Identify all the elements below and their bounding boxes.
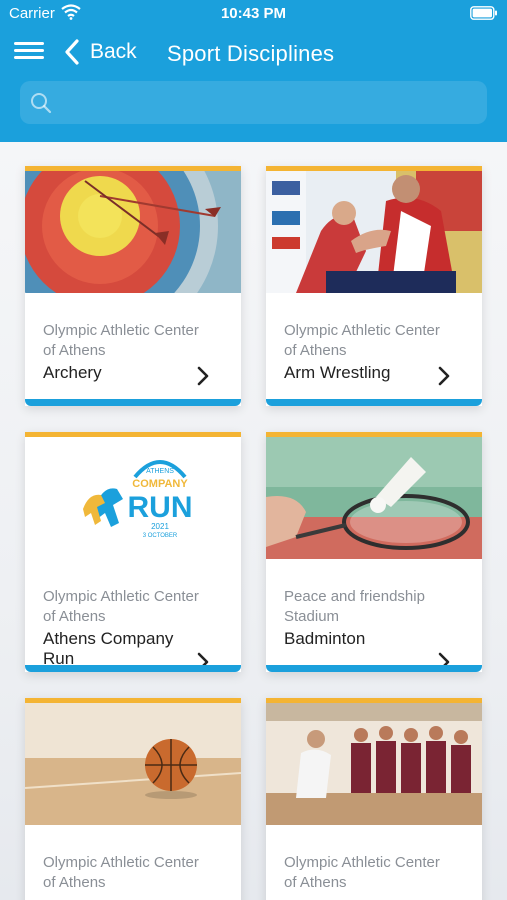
- card-venue: Olympic Athletic Center of Athens: [284, 854, 440, 891]
- card-name: Archery: [43, 363, 102, 382]
- status-time: 10:43 PM: [220, 5, 287, 22]
- badminton-image: [266, 437, 482, 559]
- card-name: Athens Company Run: [43, 629, 174, 668]
- page-title: Sport Disciplines: [167, 41, 335, 66]
- hamburger-menu-icon[interactable]: [14, 38, 48, 66]
- arm-wrestling-image: [266, 171, 482, 293]
- discipline-card[interactable]: Olympic Athletic Center of Athens Arm Wr…: [266, 166, 482, 406]
- discipline-list[interactable]: Olympic Athletic Center of Athens Archer…: [0, 142, 507, 900]
- chevron-right-icon: [197, 366, 209, 386]
- chevron-left-icon: [65, 39, 79, 65]
- discipline-card[interactable]: Peace and friendship Stadium Badminton: [266, 432, 482, 672]
- card-venue: Peace and friendship Stadium: [284, 588, 425, 625]
- discipline-card[interactable]: Olympic Athletic Center of Athens Archer…: [25, 166, 241, 406]
- chevron-right-icon: [438, 366, 450, 386]
- chevron-right-icon: [197, 652, 209, 672]
- logo-athens-text: ATHENS: [146, 468, 174, 475]
- discipline-card[interactable]: Olympic Athletic Center of Athens: [266, 698, 482, 900]
- card-venue: Olympic Athletic Center of Athens: [284, 322, 440, 359]
- status-bar: Carrier 10:43 PM: [0, 0, 507, 28]
- search-icon: [31, 93, 52, 114]
- back-button[interactable]: Back: [62, 36, 137, 68]
- card-venue: Olympic Athletic Center of Athens: [43, 322, 199, 359]
- app-header: Carrier 10:43 PM Back Sport Disciplines: [0, 0, 507, 142]
- card-name: Arm Wrestling: [284, 363, 391, 382]
- nav-bar: Back Sport Disciplines: [0, 28, 507, 76]
- chevron-right-icon: [438, 652, 450, 672]
- logo-company-text: COMPANY: [132, 478, 188, 490]
- logo-year-text: 2021: [151, 522, 169, 531]
- card-venue: Olympic Athletic Center of Athens: [43, 854, 199, 891]
- logo-date-text: 3 OCTOBER: [143, 533, 178, 539]
- archery-target-image: [25, 171, 241, 293]
- discipline-grid: Olympic Athletic Center of Athens Archer…: [25, 166, 482, 900]
- card-venue: Olympic Athletic Center of Athens: [43, 588, 199, 625]
- back-label: Back: [90, 40, 137, 63]
- logo-run-text: RUN: [128, 491, 193, 524]
- card-name: Badminton: [284, 629, 366, 648]
- search-input[interactable]: [60, 81, 480, 124]
- team-huddle-image: [266, 703, 482, 825]
- battery-icon: [470, 6, 498, 20]
- search-bar[interactable]: [20, 81, 487, 124]
- basketball-image: [25, 703, 241, 825]
- discipline-card[interactable]: Olympic Athletic Center of Athens: [25, 698, 241, 900]
- athens-company-run-logo: ATHENS COMPANY RUN 2021 3 OCTOBER: [25, 437, 241, 559]
- discipline-card[interactable]: ATHENS COMPANY RUN 2021 3 OCTOBER Olympi…: [25, 432, 241, 672]
